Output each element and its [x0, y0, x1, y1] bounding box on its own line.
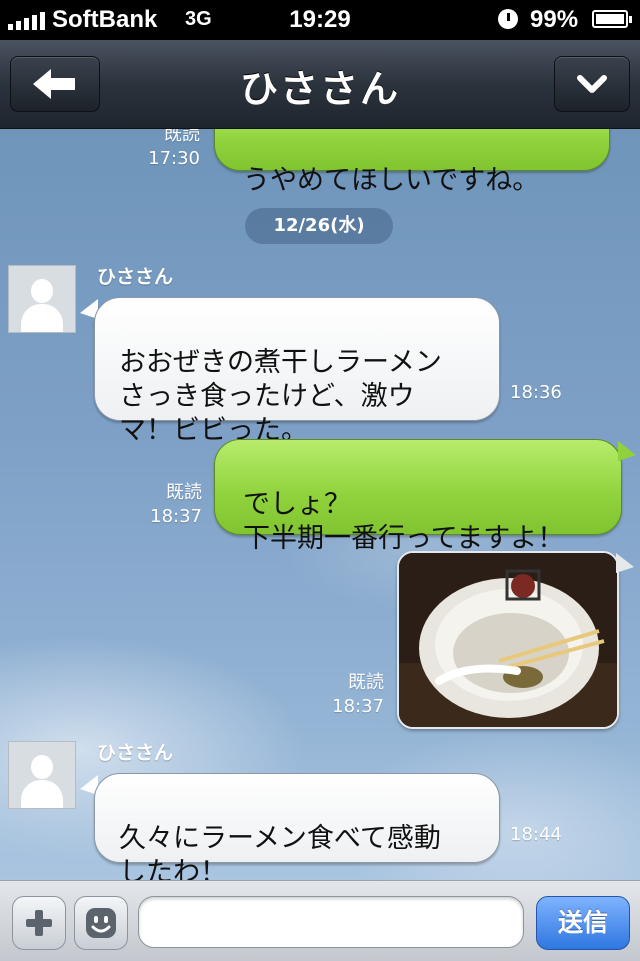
photo-image: [399, 553, 617, 727]
incoming-message-bubble[interactable]: おおぜきの煮干しラーメン さっき食ったけど、激ウ マ！ビビった。: [94, 297, 500, 446]
read-receipt: 既読: [166, 482, 202, 503]
message-meta: 既読 17:30: [140, 129, 200, 171]
message-input-bar: 送信: [0, 880, 640, 961]
message-time: 18:44: [510, 824, 562, 845]
battery-icon: [592, 10, 632, 28]
message-text: おおぜきの煮干しラーメン さっき食ったけど、激ウ マ！ビビった。: [119, 347, 442, 446]
avatar[interactable]: [8, 265, 76, 333]
message-text: でしょ？ 下半期一番行ってますよ！: [243, 489, 565, 554]
message-text: 久々にラーメン食べて感動 したわ！: [119, 823, 441, 880]
message-time: 17:30: [148, 148, 200, 169]
nav-bar: ひささん: [0, 40, 640, 129]
message-meta: 既読 18:37: [320, 671, 384, 719]
emoji-button[interactable]: [74, 896, 128, 950]
emoji-icon: [86, 908, 116, 938]
status-bar: SoftBank 3G 19:29 99%: [0, 0, 640, 40]
battery-percent: 99%: [530, 6, 579, 33]
message-text: うやめてほしいですね。: [243, 165, 540, 196]
chat-title: ひささん: [239, 67, 400, 111]
bubble-tail: [616, 553, 634, 573]
incoming-message-bubble[interactable]: 久々にラーメン食べて感動 したわ！: [94, 773, 500, 880]
sender-name: ひささん: [97, 266, 174, 288]
send-button[interactable]: 送信: [536, 896, 630, 950]
ramen-bowl-photo[interactable]: [397, 551, 619, 729]
outgoing-message-bubble[interactable]: うやめてほしいですね。: [214, 129, 610, 196]
outgoing-message-bubble[interactable]: でしょ？ 下半期一番行ってますよ！: [214, 439, 622, 554]
add-attachment-button[interactable]: [12, 896, 66, 950]
message-input[interactable]: [138, 896, 524, 948]
message-time: 18:37: [150, 506, 202, 527]
chat-area[interactable]: 既読 17:30 うやめてほしいですね。 12/26(水) ひささん おおぜきの…: [0, 129, 640, 880]
plus-icon: [26, 910, 52, 936]
clock-icon: [498, 9, 518, 29]
message-time: 18:37: [332, 696, 384, 717]
date-separator: 12/26(水): [245, 208, 393, 244]
bubble-tail: [618, 441, 636, 461]
read-receipt: 既読: [164, 129, 200, 145]
message-time: 18:36: [510, 382, 562, 403]
sender-name: ひささん: [97, 742, 174, 764]
menu-dropdown-button[interactable]: [554, 56, 630, 112]
read-receipt: 既読: [348, 672, 384, 693]
chevron-down-icon: [577, 75, 607, 93]
avatar[interactable]: [8, 741, 76, 809]
message-meta: 既読 18:37: [140, 481, 202, 529]
